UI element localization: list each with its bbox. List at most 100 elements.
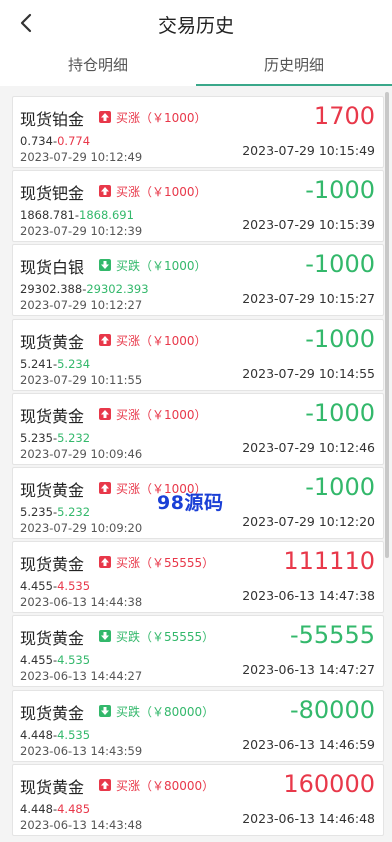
close-price: 0.774: [57, 134, 91, 148]
product-name: 现货黄金: [20, 406, 85, 426]
close-price: 1868.691: [79, 208, 134, 223]
close-price: 5.232: [57, 430, 91, 445]
product-name: 现货黄金: [20, 629, 85, 649]
tab-history[interactable]: 历史明细: [196, 46, 392, 86]
price-range: 4.448-4.535: [20, 727, 91, 742]
arrow-up-icon: [99, 333, 111, 346]
open-price: 5.235: [20, 430, 53, 445]
close-time: 2023-07-29 10:12:46: [242, 439, 375, 455]
trade-record-card[interactable]: 现货黄金 买涨（￥55555） 4.455-4.535 2023-06-13 14:4…: [12, 541, 384, 614]
scrollbar[interactable]: [385, 92, 389, 558]
arrow-down-icon: [99, 630, 111, 643]
profit-amount: -1000: [305, 398, 375, 427]
price-range: 5.235-5.232: [20, 430, 91, 445]
open-time: 2023-06-13 14:43:59: [20, 743, 143, 758]
close-price: 4.535: [57, 579, 91, 594]
close-time: 2023-06-13 14:47:38: [242, 588, 375, 604]
trade-record-card[interactable]: 现货黄金 买跌（￥80000） 4.448-4.535 2023-06-13 14:4…: [12, 689, 384, 762]
trade-direction-amount: 买涨（￥1000）: [116, 407, 207, 422]
trade-direction-amount: 买跌（￥55555）: [116, 630, 215, 645]
arrow-down-icon: [99, 704, 111, 717]
profit-amount: -1000: [305, 324, 375, 353]
trade-record-card[interactable]: 现货铂金 买涨（￥1000） 0.734-0.774 2023-07-29 10:12…: [12, 96, 384, 168]
trade-record-card[interactable]: 现货黄金 买跌（￥55555） 4.455-4.535 2023-06-13 14:4…: [12, 615, 384, 688]
close-price: 5.234: [57, 356, 91, 371]
arrow-up-icon: [99, 778, 111, 791]
product-name: 现货黄金: [20, 481, 85, 500]
open-time: 2023-07-29 10:09:20: [20, 521, 143, 535]
open-time: 2023-07-29 10:12:39: [20, 224, 143, 239]
open-time: 2023-06-13 14:43:48: [20, 817, 143, 832]
arrow-up-icon: [99, 111, 111, 123]
product-name: 现货铂金: [20, 110, 85, 129]
trade-history-list[interactable]: 现货铂金 买涨（￥1000） 0.734-0.774 2023-07-29 10:12…: [0, 86, 392, 842]
close-time: 2023-07-29 10:14:55: [242, 365, 375, 381]
trade-direction-amount: 买跌（￥1000）: [116, 259, 207, 274]
price-range: 4.448-4.485: [20, 801, 91, 816]
trade-direction-amount: 买跌（￥80000）: [116, 704, 215, 719]
open-price: 4.448: [20, 727, 53, 742]
price-range: 5.235-5.232: [20, 505, 91, 519]
tab-bar: 持仓明细 历史明细: [0, 46, 392, 86]
open-price: 0.734: [20, 134, 53, 148]
watermark: 98源码: [157, 492, 224, 514]
close-time: 2023-07-29 10:15:27: [242, 291, 375, 307]
open-time: 2023-07-29 10:12:49: [20, 150, 143, 164]
close-time: 2023-07-29 10:15:39: [242, 217, 375, 233]
open-time: 2023-07-29 10:12:27: [20, 298, 143, 313]
close-time: 2023-07-29 10:12:20: [242, 514, 375, 529]
close-price: 4.485: [57, 801, 91, 816]
close-time: 2023-07-29 10:15:49: [242, 143, 375, 158]
open-price: 4.455: [20, 579, 53, 594]
arrow-up-icon: [99, 185, 111, 198]
trade-direction-amount: 买涨（￥1000）: [116, 111, 207, 125]
profit-amount: -80000: [289, 695, 375, 724]
profit-amount: 111110: [283, 547, 375, 576]
price-range: 4.455-4.535: [20, 579, 91, 594]
product-name: 现货白银: [20, 258, 85, 278]
open-price: 4.455: [20, 653, 53, 668]
arrow-up-icon: [99, 407, 111, 420]
tab-positions[interactable]: 持仓明细: [0, 46, 196, 86]
trade-record-card[interactable]: 现货黄金 买涨（￥1000） 5.241-5.234 2023-07-29 10:11…: [12, 318, 384, 391]
open-price: 4.448: [20, 801, 53, 816]
page-title: 交易历史: [157, 15, 234, 37]
price-range: 0.734-0.774: [20, 134, 91, 148]
profit-amount: -55555: [289, 621, 375, 650]
close-time: 2023-06-13 14:46:48: [242, 810, 375, 826]
trade-record-card[interactable]: 现货黄金 买涨（￥1000） 5.235-5.232 2023-07-29 10:09…: [12, 392, 384, 465]
profit-amount: -1000: [305, 176, 375, 205]
close-time: 2023-06-13 14:47:27: [242, 662, 375, 678]
close-price: 4.535: [57, 727, 91, 742]
price-range: 29302.388-29302.393: [20, 282, 149, 297]
profit-amount: -1000: [305, 250, 375, 279]
app-header: 交易历史: [0, 0, 392, 46]
open-time: 2023-07-29 10:09:46: [20, 446, 143, 461]
profit-amount: -1000: [305, 473, 375, 501]
trade-direction-amount: 买涨（￥80000）: [116, 778, 215, 793]
trade-direction-amount: 买涨（￥55555）: [116, 556, 215, 571]
open-price: 5.241: [20, 356, 53, 371]
trade-record-card[interactable]: 现货钯金 买涨（￥1000） 1868.781-1868.691 2023-07-29…: [12, 170, 384, 243]
close-price: 4.535: [57, 653, 91, 668]
product-name: 现货黄金: [20, 332, 85, 352]
open-time: 2023-06-13 14:44:27: [20, 669, 143, 684]
open-time: 2023-06-13 14:44:38: [20, 595, 143, 610]
arrow-up-icon: [99, 482, 111, 494]
trade-direction-amount: 买涨（￥1000）: [116, 185, 207, 200]
price-range: 1868.781-1868.691: [20, 208, 134, 223]
product-name: 现货黄金: [20, 703, 85, 723]
profit-amount: 160000: [283, 769, 375, 798]
trade-record-card[interactable]: 现货白银 买跌（￥1000） 29302.388-29302.393 2023-07-…: [12, 244, 384, 317]
arrow-up-icon: [99, 556, 111, 569]
close-time: 2023-06-13 14:46:59: [242, 736, 375, 752]
product-name: 现货黄金: [20, 555, 85, 575]
product-name: 现货钯金: [20, 184, 85, 204]
trade-direction-amount: 买涨（￥1000）: [116, 333, 207, 348]
price-range: 4.455-4.535: [20, 653, 91, 668]
profit-amount: 1700: [313, 102, 375, 130]
trade-record-card[interactable]: 现货黄金 买涨（￥80000） 4.448-4.485 2023-06-13 14:4…: [12, 763, 384, 836]
arrow-down-icon: [99, 259, 111, 272]
close-price: 5.232: [57, 505, 91, 519]
price-range: 5.241-5.234: [20, 356, 91, 371]
